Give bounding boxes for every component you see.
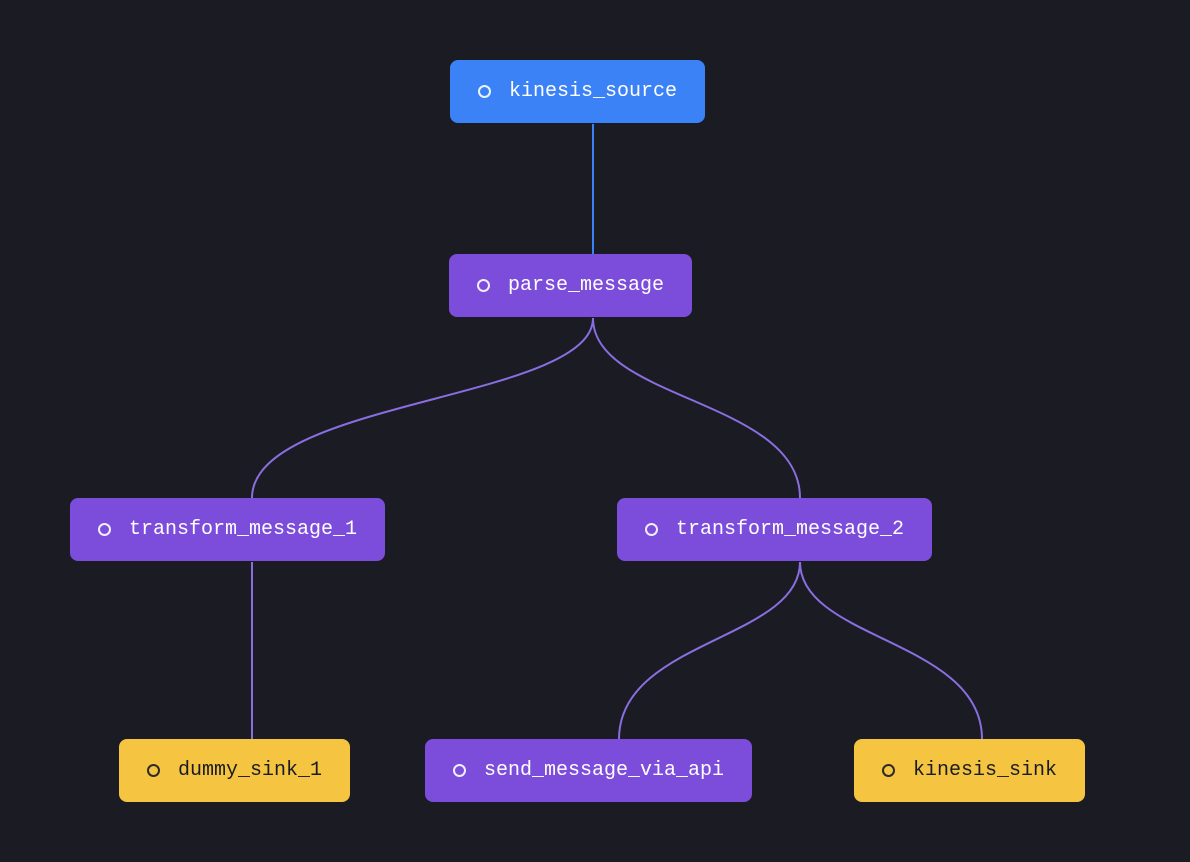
node-label: kinesis_source [509,80,677,103]
status-icon [477,279,490,292]
node-label: transform_message_2 [676,518,904,541]
edge-transform2-to-sendapi [619,562,800,739]
edge-parse-to-transform1 [252,318,593,498]
node-kinesis-sink[interactable]: kinesis_sink [854,739,1085,802]
flow-canvas: kinesis_source parse_message transform_m… [0,0,1190,862]
node-label: dummy_sink_1 [178,759,322,782]
edge-parse-to-transform2 [593,318,800,498]
status-icon [98,523,111,536]
status-icon [453,764,466,777]
status-icon [882,764,895,777]
node-send-message-via-api[interactable]: send_message_via_api [425,739,752,802]
edge-layer [0,0,1190,862]
edge-transform2-to-kinesissink [800,562,982,739]
node-transform-message-1[interactable]: transform_message_1 [70,498,385,561]
status-icon [147,764,160,777]
node-label: parse_message [508,274,664,297]
node-label: kinesis_sink [913,759,1057,782]
node-kinesis-source[interactable]: kinesis_source [450,60,705,123]
node-label: transform_message_1 [129,518,357,541]
node-dummy-sink-1[interactable]: dummy_sink_1 [119,739,350,802]
status-icon [645,523,658,536]
node-transform-message-2[interactable]: transform_message_2 [617,498,932,561]
node-label: send_message_via_api [484,759,724,782]
node-parse-message[interactable]: parse_message [449,254,692,317]
status-icon [478,85,491,98]
